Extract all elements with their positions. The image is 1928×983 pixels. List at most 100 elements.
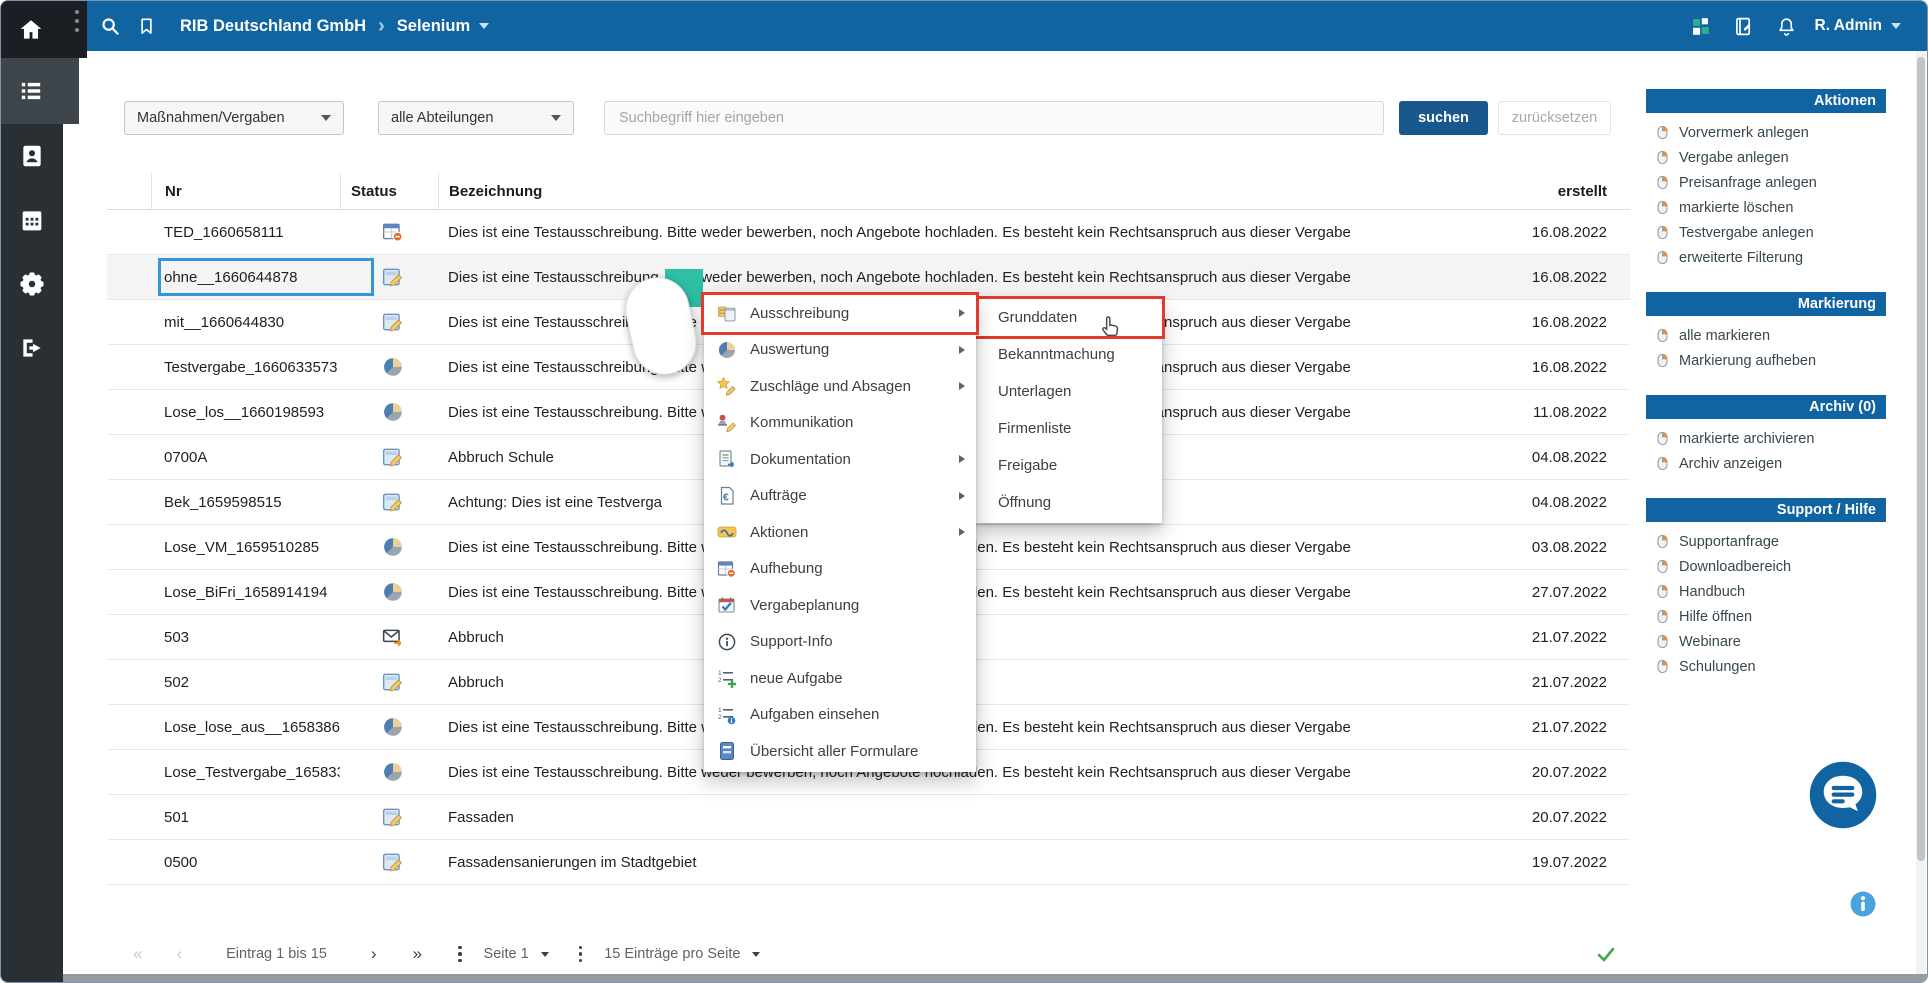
bookmark-icon[interactable] xyxy=(137,15,156,37)
mouse-icon xyxy=(1655,125,1670,140)
panel-item[interactable]: Handbuch xyxy=(1646,579,1886,604)
sidebar-item-contacts[interactable] xyxy=(1,124,63,188)
caret-down-icon[interactable] xyxy=(752,952,760,957)
user-menu[interactable]: R. Admin xyxy=(1815,17,1901,35)
row-nr: Lose_los__1660198593 xyxy=(151,404,340,421)
submenu-arrow-icon xyxy=(958,381,966,391)
svg-text:€: € xyxy=(723,491,729,503)
context-menu-item[interactable]: 12neue Aufgabe xyxy=(704,660,976,697)
panel-item[interactable]: Vorvermerk anlegen xyxy=(1646,120,1886,145)
sidebar-item-list[interactable] xyxy=(1,58,79,124)
breadcrumb-project[interactable]: Selenium xyxy=(397,17,470,36)
search-input[interactable] xyxy=(604,101,1384,135)
notifications-icon[interactable] xyxy=(1776,16,1797,37)
last-page-button[interactable]: » xyxy=(413,944,422,964)
context-menu-item[interactable]: Kommunikation xyxy=(704,405,976,442)
submenu-item[interactable]: Freigabe xyxy=(976,447,1162,484)
scope-dropdown[interactable]: Maßnahmen/Vergaben xyxy=(124,101,344,135)
mouse-icon xyxy=(1655,659,1670,674)
context-menu-item[interactable]: €Aufträge xyxy=(704,478,976,515)
panel-item[interactable]: Preisanfrage anlegen xyxy=(1646,170,1886,195)
panel-item[interactable]: Markierung aufheben xyxy=(1646,348,1886,373)
column-status[interactable]: Status xyxy=(340,173,438,209)
context-menu-item[interactable]: Auswertung xyxy=(704,332,976,369)
row-nr: mit__1660644830 xyxy=(151,314,340,331)
context-menu-item[interactable]: Aufhebung xyxy=(704,551,976,588)
table-row[interactable]: 0500Fassadensanierungen im Stadtgebiet19… xyxy=(107,840,1630,885)
caret-down-icon[interactable] xyxy=(541,952,549,957)
row-status-cell xyxy=(340,536,438,558)
panel-header: Aktionen xyxy=(1646,89,1886,113)
context-menu-item[interactable]: Aktionen xyxy=(704,514,976,551)
panel-item[interactable]: alle markieren xyxy=(1646,323,1886,348)
submenu-item[interactable]: Firmenliste xyxy=(976,410,1162,447)
search-icon[interactable] xyxy=(99,15,121,37)
kebab-dots-icon[interactable] xyxy=(579,946,583,963)
submenu-item[interactable]: Unterlagen xyxy=(976,373,1162,410)
panel-item[interactable]: Schulungen xyxy=(1646,654,1886,679)
chat-icon[interactable] xyxy=(1808,760,1878,830)
column-bezeichnung[interactable]: Bezeichnung xyxy=(438,173,1479,209)
page-label[interactable]: Seite 1 xyxy=(484,946,529,962)
mouse-icon xyxy=(1655,584,1670,599)
next-page-button[interactable]: › xyxy=(371,944,377,964)
kebab-dots-icon[interactable] xyxy=(458,946,462,963)
context-menu-item[interactable]: Support-Info xyxy=(704,624,976,661)
panel-item[interactable]: Downloadbereich xyxy=(1646,554,1886,579)
row-status-cell xyxy=(340,491,438,513)
panel-item-label: Preisanfrage anlegen xyxy=(1679,175,1817,191)
sidebar-item-settings[interactable] xyxy=(1,252,63,316)
check-icon[interactable] xyxy=(1596,944,1616,964)
first-page-button[interactable]: « xyxy=(133,944,142,964)
panel-item[interactable]: erweiterte Filterung xyxy=(1646,245,1886,270)
submenu-item[interactable]: Bekanntmachung xyxy=(976,336,1162,373)
sidebar-item-home[interactable] xyxy=(1,1,87,58)
submenu-item[interactable]: Öffnung xyxy=(976,484,1162,521)
row-nr: 0700A xyxy=(151,449,340,466)
submenu-item[interactable]: Grunddaten xyxy=(976,299,1162,336)
column-nr[interactable]: Nr xyxy=(151,173,340,209)
vertical-scrollbar-thumb[interactable] xyxy=(1917,57,1925,861)
table-row[interactable]: TED_1660658111Dies ist eine Testausschre… xyxy=(107,210,1630,255)
breadcrumb-separator: › xyxy=(378,15,385,38)
context-menu-item[interactable]: Zuschläge und Absagen xyxy=(704,368,976,405)
row-erstellt: 20.07.2022 xyxy=(1479,809,1630,826)
prev-page-button[interactable]: ‹ xyxy=(176,944,182,964)
row-erstellt: 16.08.2022 xyxy=(1479,224,1630,241)
panel-header: Archiv (0) xyxy=(1646,395,1886,419)
context-menu-item[interactable]: Übersicht aller Formulare xyxy=(704,733,976,770)
mouse-icon xyxy=(1655,150,1670,165)
context-menu-item[interactable]: 12Aufgaben einsehen xyxy=(704,697,976,734)
panel-item[interactable]: Testvergabe anlegen xyxy=(1646,220,1886,245)
kebab-menu-icon[interactable] xyxy=(64,8,78,38)
apps-icon[interactable] xyxy=(1690,16,1711,37)
panel-item[interactable]: markierte löschen xyxy=(1646,195,1886,220)
panel-item[interactable]: Supportanfrage xyxy=(1646,529,1886,554)
panel-item[interactable]: markierte archivieren xyxy=(1646,426,1886,451)
context-menu-item[interactable]: Dokumentation xyxy=(704,441,976,478)
table-row[interactable]: 501Fassaden20.07.2022 xyxy=(107,795,1630,840)
panel-item[interactable]: Hilfe öffnen xyxy=(1646,604,1886,629)
per-page-label[interactable]: 15 Einträge pro Seite xyxy=(604,946,740,962)
reset-button[interactable]: zurücksetzen xyxy=(1498,101,1611,135)
panel-item[interactable]: Webinare xyxy=(1646,629,1886,654)
edit-doc-icon xyxy=(382,491,404,513)
department-dropdown[interactable]: alle Abteilungen xyxy=(378,101,574,135)
sidebar-item-logout[interactable] xyxy=(1,316,63,380)
info-icon[interactable] xyxy=(1850,891,1876,917)
panel-item-label: Downloadbereich xyxy=(1679,559,1791,575)
table-header: Nr Status Bezeichnung erstellt xyxy=(107,173,1630,210)
context-menu-item[interactable]: Ausschreibung xyxy=(704,295,976,332)
panel-section: Aktionen Vorvermerk anlegenVergabe anlege… xyxy=(1646,89,1886,270)
search-button[interactable]: suchen xyxy=(1399,101,1488,135)
context-menu-item[interactable]: Vergabeplanung xyxy=(704,587,976,624)
sidebar-item-calendar[interactable] xyxy=(1,188,63,252)
panel-item[interactable]: Vergabe anlegen xyxy=(1646,145,1886,170)
panel-item[interactable]: Archiv anzeigen xyxy=(1646,451,1886,476)
notes-icon[interactable] xyxy=(1733,16,1754,37)
row-erstellt: 21.07.2022 xyxy=(1479,719,1630,736)
column-erstellt[interactable]: erstellt xyxy=(1479,173,1630,209)
pie-icon xyxy=(717,340,737,360)
mouse-icon xyxy=(1655,328,1670,343)
scope-dropdown-value: Maßnahmen/Vergaben xyxy=(137,110,285,126)
